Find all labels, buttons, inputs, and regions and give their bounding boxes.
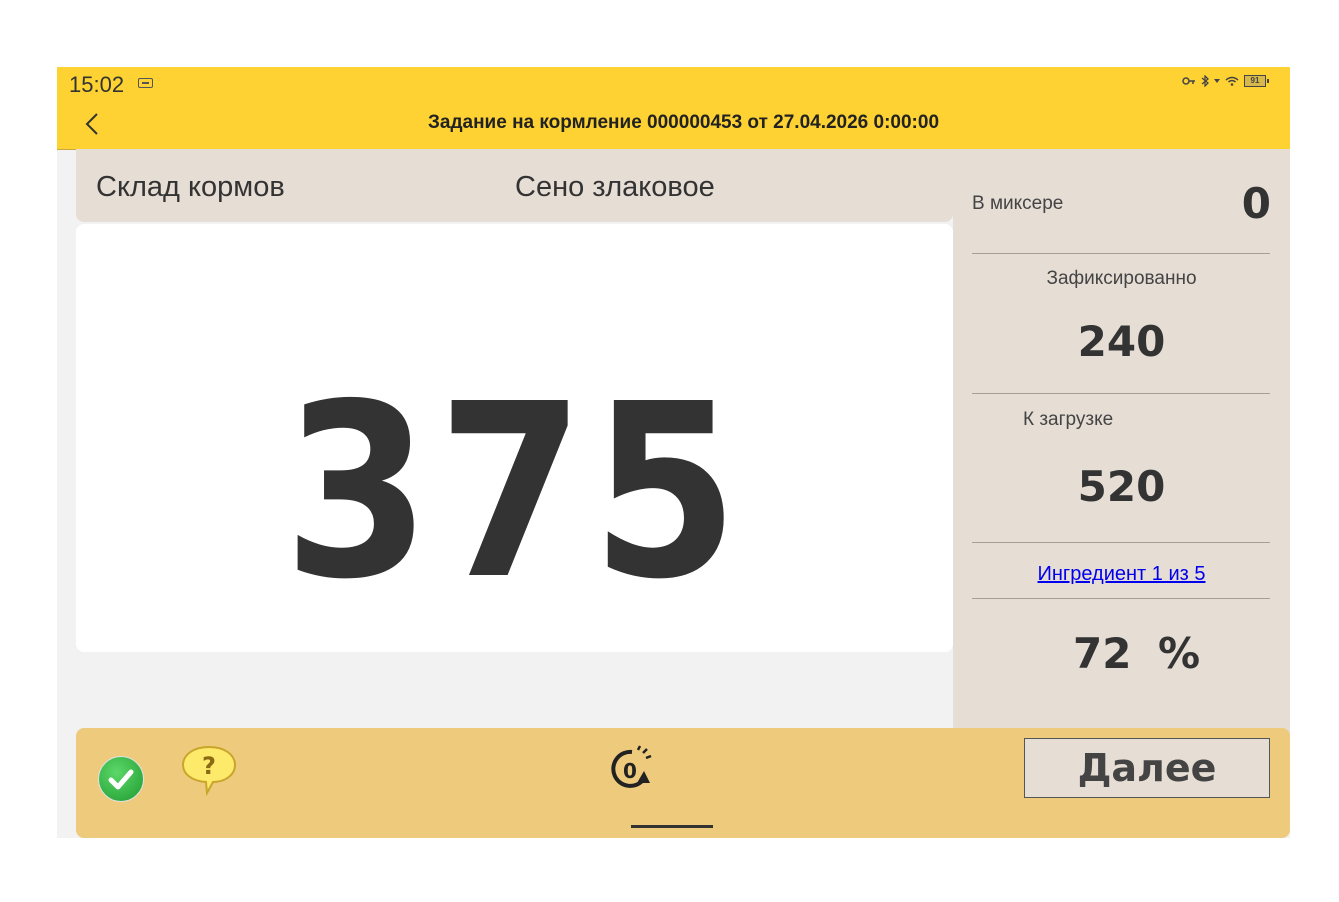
to-load-label: К загрузке — [1023, 409, 1114, 430]
percent-value: 72 — [1073, 629, 1132, 678]
app-window: 15:02 91 Задание на кормление 000000453 … — [57, 67, 1290, 838]
page-title: Задание на кормление 000000453 от 27.04.… — [427, 112, 940, 133]
ingredient-header: Склад кормов Сено злаковое — [76, 149, 953, 222]
next-button[interactable]: Далее — [1024, 738, 1270, 798]
divider — [972, 542, 1270, 543]
key-icon — [1182, 77, 1195, 85]
status-icons: 91 — [1182, 75, 1269, 87]
ingredient-counter-link[interactable]: Ингредиент 1 из 5 — [953, 563, 1290, 586]
divider — [972, 393, 1270, 394]
ingredient-name: Сено злаковое — [515, 171, 715, 203]
in-mixer-label: В миксере — [972, 193, 1064, 214]
divider — [972, 253, 1270, 254]
wifi-icon — [1225, 76, 1239, 86]
current-weight: 375 — [283, 352, 746, 632]
warehouse-label: Склад кормов — [96, 171, 285, 203]
svg-text:0: 0 — [623, 759, 637, 783]
checkmark-circle-icon[interactable] — [98, 756, 144, 802]
weight-display-panel: 375 — [76, 224, 953, 652]
status-clock: 15:02 — [69, 72, 125, 97]
summary-panel: В миксере 0 Зафиксированно 240 К загрузк… — [953, 149, 1290, 739]
fixed-label: Зафиксированно — [1046, 268, 1197, 289]
bottom-toolbar: ? 0 Далее — [76, 728, 1290, 838]
signal-icon — [1214, 79, 1220, 83]
fixed-value: 240 — [1077, 317, 1166, 366]
in-mixer-value: 0 — [1241, 179, 1271, 228]
percent-sign: % — [1158, 629, 1201, 678]
divider — [972, 598, 1270, 599]
sim-card-icon — [138, 78, 153, 88]
bluetooth-icon — [1201, 75, 1209, 87]
svg-text:?: ? — [202, 752, 216, 780]
home-indicator — [631, 825, 713, 828]
battery-icon: 91 — [1244, 75, 1269, 87]
top-bar: 15:02 91 Задание на кормление 000000453 … — [57, 67, 1290, 150]
to-load-value: 520 — [1077, 462, 1166, 511]
tare-zero-icon[interactable]: 0 — [606, 743, 658, 795]
help-bubble-icon[interactable]: ? — [180, 744, 238, 797]
